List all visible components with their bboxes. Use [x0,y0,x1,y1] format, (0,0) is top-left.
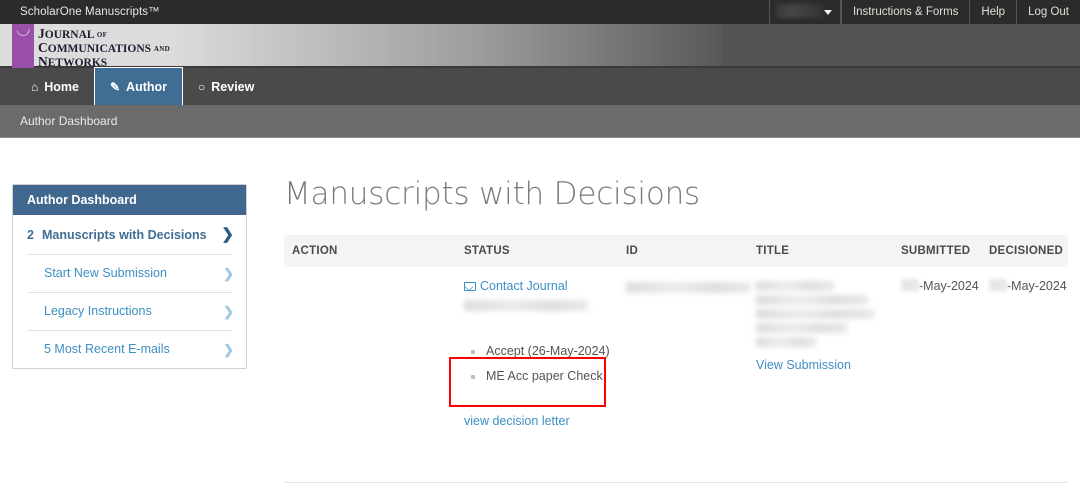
logo-text: JOURNAL OF COMMUNICATIONS AND NETWORKS [34,24,170,69]
tab-review[interactable]: ○ Review [183,68,269,105]
cell-decisioned: -May-2024 [981,267,1068,483]
column-header-submitted: SUBMITTED [893,235,981,267]
tab-author[interactable]: ✎ Author [93,67,184,105]
logo-line-2: COMMUNICATIONS AND [38,39,170,55]
decisioned-day-redacted [989,279,1007,291]
contact-journal-label: Contact Journal [480,279,568,293]
decision-bullet-list: Accept (26-May-2024) ME Acc paper Check [464,344,618,384]
tab-home-label: Home [44,79,79,94]
user-menu-dropdown[interactable] [768,0,841,24]
journal-logo[interactable]: JOURNAL OF COMMUNICATIONS AND NETWORKS [12,24,170,68]
title-redacted-line [756,323,848,333]
title-redacted-line [756,337,816,347]
main-tab-bar: ⌂ Home ✎ Author ○ Review [0,67,1080,105]
logo-accent-bar [12,24,34,68]
app-brand-name: ScholarOne Manuscripts™ [20,6,160,18]
cell-title: View Submission [748,267,893,483]
table-header: ACTION STATUS ID TITLE SUBMITTED DECISIO… [284,235,1068,267]
sidebar-item-label: Legacy Instructions [44,304,152,318]
logo-line-1: JOURNAL OF [38,26,108,41]
view-decision-letter-link[interactable]: view decision letter [464,414,570,428]
column-header-id: ID [618,235,748,267]
column-header-title: TITLE [748,235,893,267]
title-redacted-line [756,281,834,291]
tab-author-label: Author [126,79,168,94]
sidebar: Author Dashboard 2 Manuscripts with Deci… [12,184,247,369]
chevron-right-icon: ❯ [223,341,234,357]
chevron-right-icon: ❯ [223,265,234,281]
view-submission-link[interactable]: View Submission [756,358,851,372]
top-navigation: Instructions & Forms Help Log Out [768,0,1080,24]
column-header-status: STATUS [456,235,618,267]
top-bar: ScholarOne Manuscripts™ Instructions & F… [0,0,1080,24]
chevron-down-icon [823,10,832,15]
id-redacted [626,282,751,293]
breadcrumb[interactable]: Author Dashboard [0,105,1080,138]
submitted-day-redacted [901,279,919,291]
journal-header-band: JOURNAL OF COMMUNICATIONS AND NETWORKS [0,24,1080,68]
cell-action [284,267,456,483]
decision-bullet-accept: Accept (26-May-2024) [464,344,618,360]
sidebar-item-legacy-instructions[interactable]: Legacy Instructions ❯ [13,292,246,330]
table-body: Contact Journal Accept (26-May-2024) ME … [284,267,1068,483]
main-content: Manuscripts with Decisions ACTION STATUS… [284,176,1068,483]
chevron-right-icon: ❯ [223,303,234,319]
home-icon: ⌂ [31,79,39,94]
logo-swoosh-icon [16,28,31,37]
title-redacted-line [756,309,874,319]
username-redacted [775,4,824,18]
decisioned-date-text: -May-2024 [1007,279,1067,293]
breadcrumb-bar: Author Dashboard [0,105,1080,138]
sidebar-item-start-new-submission[interactable]: Start New Submission ❯ [13,254,246,292]
submitted-date-text: -May-2024 [919,279,979,293]
sidebar-item-5-most-recent-emails[interactable]: 5 Most Recent E-mails ❯ [13,330,246,368]
sidebar-item-label: Start New Submission [44,266,167,280]
cell-id [618,267,751,483]
contact-journal-link[interactable]: Contact Journal [464,279,568,293]
decision-bullet-me-acc-check: ME Acc paper Check [464,369,618,385]
status-redacted-line [464,300,588,311]
topnav-help[interactable]: Help [969,0,1016,24]
submitted-date: -May-2024 [901,279,981,293]
tab-review-label: Review [211,79,255,94]
sidebar-item-count: 2 [27,227,34,242]
column-header-action: ACTION [284,235,456,267]
page-title: Manuscripts with Decisions [284,176,700,212]
manuscripts-table: ACTION STATUS ID TITLE SUBMITTED DECISIO… [284,235,1068,483]
decisioned-date: -May-2024 [989,279,1068,293]
column-header-decisioned: DECISIONED [981,235,1068,267]
comment-icon: ○ [198,79,206,94]
title-redacted-line [756,295,868,305]
topnav-log-out[interactable]: Log Out [1016,0,1080,24]
sidebar-item-label: Manuscripts with Decisions [42,227,207,242]
sidebar-item-label: 5 Most Recent E-mails [44,342,170,356]
cell-submitted: -May-2024 [893,267,981,483]
sidebar-header: Author Dashboard [13,185,246,215]
sidebar-item-manuscripts-with-decisions[interactable]: 2 Manuscripts with Decisions ❯ [13,215,246,254]
pencil-icon: ✎ [109,79,121,94]
topnav-instructions-and-forms[interactable]: Instructions & Forms [840,0,969,24]
table-header-row: ACTION STATUS ID TITLE SUBMITTED DECISIO… [284,235,1068,267]
table-row: Contact Journal Accept (26-May-2024) ME … [284,267,1068,483]
tab-home[interactable]: ⌂ Home [16,68,94,105]
chevron-right-icon: ❯ [221,226,234,243]
envelope-icon [464,282,476,291]
cell-status: Contact Journal Accept (26-May-2024) ME … [456,267,618,483]
